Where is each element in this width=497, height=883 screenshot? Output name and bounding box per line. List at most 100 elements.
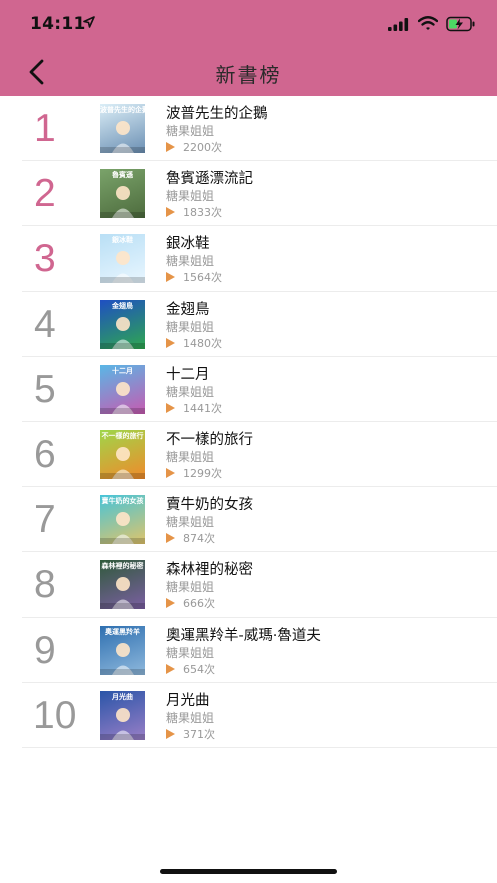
book-title: 魯賓遜漂流記: [166, 171, 253, 188]
play-count-value: 666次: [183, 597, 215, 611]
top-bar: 14:11 新書榜: [0, 0, 497, 96]
rank-number: 5: [34, 367, 56, 411]
book-cover[interactable]: 魯賓遜: [100, 169, 145, 219]
play-count: 2200次: [166, 139, 222, 155]
cover-illustration-icon: [100, 577, 145, 610]
book-title: 奧運黑羚羊-威瑪·魯道夫: [166, 627, 321, 644]
book-cover[interactable]: 月光曲: [100, 690, 145, 740]
play-icon: [166, 728, 175, 739]
book-title: 波普先生的企鵝: [166, 106, 268, 122]
book-cover[interactable]: 賣牛奶的女孩: [100, 495, 145, 545]
status-time: 14:11: [30, 14, 86, 34]
play-count: 666次: [166, 595, 215, 611]
play-count-value: 1299次: [183, 466, 222, 480]
play-count: 371次: [166, 726, 215, 742]
book-row[interactable]: 6 不一樣的旅行 不一樣的旅行 糖果姐姐 1299次: [0, 422, 497, 488]
book-title: 月光曲: [166, 692, 210, 709]
play-icon: [166, 402, 175, 413]
play-count: 1480次: [166, 335, 222, 351]
home-indicator[interactable]: [160, 869, 337, 874]
play-icon: [166, 142, 175, 152]
cover-illustration-icon: [100, 121, 145, 153]
play-count: 1564次: [166, 269, 222, 285]
cover-illustration-icon: [100, 446, 145, 479]
book-author: 糖果姐姐: [166, 580, 215, 595]
play-count: 1441次: [166, 400, 222, 416]
book-cover[interactable]: 金翅鳥: [100, 299, 145, 349]
book-row[interactable]: 2 魯賓遜 魯賓遜漂流記 糖果姐姐 1833次: [0, 161, 497, 227]
book-author: 糖果姐姐: [166, 449, 215, 464]
book-author: 糖果姐姐: [166, 384, 215, 399]
rank-number: 9: [34, 628, 56, 672]
play-count: 654次: [166, 661, 215, 677]
book-row[interactable]: 10 月光曲 月光曲 糖果姐姐 371次: [0, 683, 497, 749]
rank-number: 2: [34, 172, 56, 216]
cover-illustration-icon: [100, 316, 145, 349]
book-title: 銀冰鞋: [166, 236, 210, 253]
cover-illustration-icon: [100, 186, 145, 219]
book-cover[interactable]: 銀冰鞋: [100, 234, 145, 284]
book-title: 森林裡的秘密: [166, 562, 253, 579]
rank-number: 10: [33, 693, 77, 737]
play-count: 874次: [166, 530, 215, 546]
book-author: 糖果姐姐: [166, 710, 215, 725]
book-title: 不一樣的旅行: [166, 431, 253, 448]
play-count-value: 1564次: [183, 271, 222, 285]
book-title: 金翅鳥: [166, 301, 210, 318]
book-author: 糖果姐姐: [166, 645, 215, 660]
rank-number: 8: [34, 563, 56, 607]
location-arrow-icon: [83, 16, 95, 28]
cover-illustration-icon: [100, 251, 145, 284]
play-icon: [166, 207, 175, 218]
play-count-value: 1441次: [183, 401, 222, 415]
play-icon: [166, 533, 175, 544]
book-cover[interactable]: 十二月: [100, 364, 145, 414]
rank-number: 6: [34, 432, 56, 476]
book-author: 糖果姐姐: [166, 189, 215, 204]
play-icon: [166, 663, 175, 674]
cover-illustration-icon: [100, 642, 145, 675]
play-icon: [166, 337, 175, 348]
play-count-value: 874次: [183, 532, 215, 546]
book-row[interactable]: 9 奧運黑羚羊 奧運黑羚羊-威瑪·魯道夫 糖果姐姐 654次: [0, 618, 497, 683]
wifi-icon: [418, 16, 438, 30]
play-count-value: 654次: [183, 662, 215, 676]
book-author: 糖果姐姐: [166, 319, 215, 334]
book-row[interactable]: 4 金翅鳥 金翅鳥 糖果姐姐 1480次: [0, 292, 497, 357]
play-count: 1299次: [166, 465, 222, 481]
rank-number: 1: [34, 107, 56, 150]
book-row[interactable]: 1 波普先生的企鵝 波普先生的企鵝 糖果姐姐 2200次: [0, 96, 497, 162]
play-icon: [166, 467, 175, 478]
cover-illustration-icon: [100, 512, 145, 545]
book-row[interactable]: 7 賣牛奶的女孩 賣牛奶的女孩 糖果姐姐 874次: [0, 487, 497, 553]
status-bar: 14:11: [0, 0, 497, 48]
book-title: 賣牛奶的女孩: [166, 497, 253, 514]
book-row[interactable]: 5 十二月 十二月 糖果姐姐 1441次: [0, 357, 497, 423]
play-count-value: 371次: [183, 727, 215, 741]
cover-illustration-icon: [100, 381, 145, 414]
play-count-value: 1833次: [183, 206, 222, 220]
book-cover[interactable]: 波普先生的企鵝: [100, 104, 145, 153]
play-count-value: 1480次: [183, 336, 222, 350]
page-title: 新書榜: [215, 63, 282, 87]
book-list: 1 波普先生的企鵝 波普先生的企鵝 糖果姐姐 2200次 2 魯賓遜 魯賓遜漂流記 糖果姐姐 18…: [0, 96, 497, 749]
cellular-signal-icon: [388, 18, 409, 31]
play-count-value: 2200次: [183, 141, 222, 154]
book-cover[interactable]: 不一樣的旅行: [100, 429, 145, 479]
book-author: 糖果姐姐: [166, 515, 215, 530]
book-author: 糖果姐姐: [166, 254, 215, 269]
cover-illustration-icon: [100, 707, 145, 740]
book-row[interactable]: 8 森林裡的秘密 森林裡的秘密 糖果姐姐 666次: [0, 552, 497, 618]
rank-number: 4: [34, 302, 56, 346]
book-title: 十二月: [166, 366, 210, 383]
play-icon: [166, 272, 175, 283]
battery-charging-icon: [446, 16, 475, 32]
rank-number: 3: [34, 237, 56, 281]
book-row[interactable]: 3 銀冰鞋 銀冰鞋 糖果姐姐 1564次: [0, 226, 497, 292]
play-icon: [166, 598, 175, 609]
book-cover[interactable]: 森林裡的秘密: [100, 560, 145, 610]
book-author: 糖果姐姐: [166, 124, 215, 138]
nav-bar: 新書榜: [0, 48, 497, 96]
book-cover[interactable]: 奧運黑羚羊: [100, 625, 145, 675]
play-count: 1833次: [166, 204, 222, 220]
